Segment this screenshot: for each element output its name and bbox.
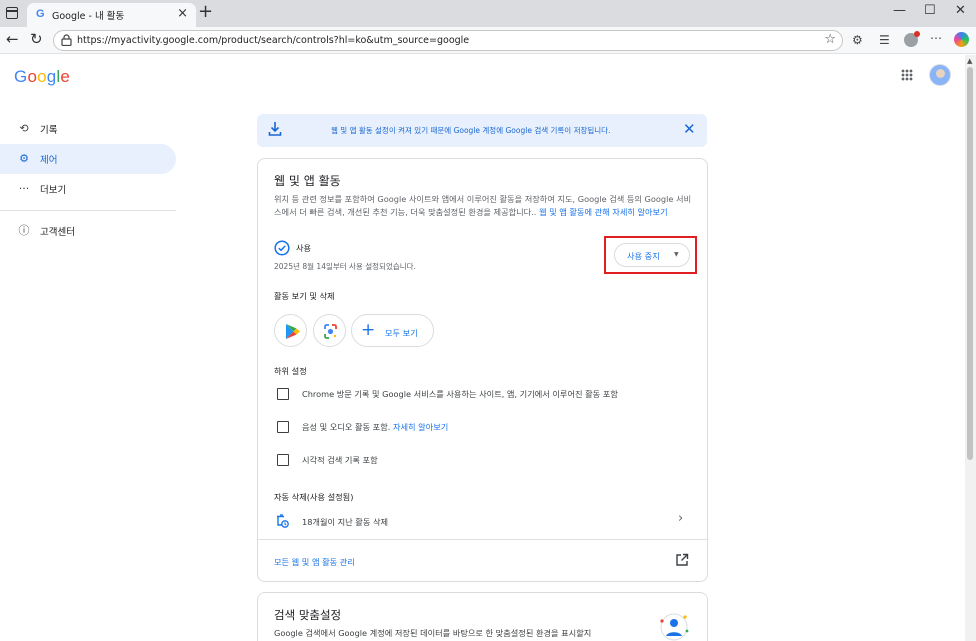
url-text: https://myactivity.google.com/product/se… <box>77 35 470 46</box>
auto-delete-icon <box>277 514 289 528</box>
sidebar-item-label: 기록 <box>40 125 58 136</box>
sub-settings-heading: 하위 설정 <box>274 366 307 376</box>
minimize-icon[interactable]: — <box>893 3 906 18</box>
view-all-label: 모두 보기 <box>385 328 418 338</box>
search-personalization-card: 검색 맞춤설정 Google 검색에서 Google 계정에 저장된 데이터를 … <box>257 592 708 641</box>
auto-delete-label: 18개월이 지난 활동 삭제 <box>302 517 389 527</box>
copilot-icon[interactable] <box>954 32 969 47</box>
visual-search-checkbox[interactable] <box>277 454 289 466</box>
open-external-icon[interactable] <box>675 553 689 567</box>
profile-badge-icon <box>914 31 920 37</box>
dropdown-caret-icon: ▼ <box>674 251 679 258</box>
window-close-icon[interactable]: ✕ <box>955 3 966 18</box>
scroll-thumb[interactable] <box>967 67 973 460</box>
avatar[interactable] <box>929 64 951 86</box>
extensions-icon[interactable]: ⚙ <box>852 32 863 48</box>
card2-description: Google 검색에서 Google 계정에 저장된 데이터를 바탕으로 한 맞… <box>274 628 592 638</box>
pause-button-label: 사용 중지 <box>627 251 660 261</box>
menu-more-icon[interactable]: ⋯ <box>930 30 942 46</box>
banner-text: 웹 및 앱 활동 설정이 켜져 있기 때문에 Google 계정에 Google… <box>331 126 611 135</box>
refresh-icon[interactable]: ↻ <box>30 31 43 47</box>
sidebar-item-label: 더보기 <box>40 185 67 196</box>
favorite-star-icon[interactable]: ☆ <box>824 32 836 47</box>
check-circle-icon <box>274 240 290 256</box>
card-divider <box>258 539 707 540</box>
tab-actions-icon[interactable] <box>6 7 18 19</box>
checkbox-label: 시각적 검색 기록 포함 <box>302 455 378 465</box>
manage-activity-link[interactable]: 모든 웹 및 앱 활동 관리 <box>274 556 355 568</box>
address-bar[interactable]: https://myactivity.google.com/product/se… <box>53 30 843 51</box>
google-lens-button[interactable] <box>313 314 346 347</box>
address-toolbar: ← ↻ https://myactivity.google.com/produc… <box>0 27 976 54</box>
google-lens-icon <box>324 324 337 339</box>
page-content: Google ⟲ 기록 ⚙ 제어 ··· 더보기 ⓘ 고객센터 웹 및 앱 활동… <box>0 55 965 641</box>
chevron-right-icon: › <box>678 511 684 526</box>
apps-grid-icon[interactable] <box>901 69 913 81</box>
pause-button[interactable]: 사용 중지 ▼ <box>614 243 690 267</box>
maximize-icon[interactable]: ☐ <box>924 3 936 18</box>
view-all-button[interactable]: + 모두 보기 <box>351 314 434 347</box>
sidebar-divider <box>0 210 176 211</box>
google-play-button[interactable] <box>274 314 307 347</box>
audio-activity-checkbox[interactable] <box>277 421 289 433</box>
card-description: 위치 등 관련 정보를 포함하여 Google 사이트와 앱에서 이루어진 활동… <box>274 193 692 218</box>
browser-tab[interactable]: G Google - 내 활동 × <box>27 3 196 27</box>
card2-title: 검색 맞춤설정 <box>274 608 342 622</box>
status-label: 사용 <box>296 243 312 253</box>
sidebar-item-label: 고객센터 <box>40 227 75 238</box>
close-icon[interactable]: ✕ <box>683 120 696 138</box>
google-logo[interactable]: Google <box>14 67 70 87</box>
gear-icon: ⚙ <box>19 152 29 165</box>
info-banner: 웹 및 앱 활동 설정이 켜져 있기 때문에 Google 계정에 Google… <box>257 114 707 147</box>
card-title: 웹 및 앱 활동 <box>274 174 341 188</box>
google-favicon-icon: G <box>36 8 45 20</box>
google-play-icon <box>286 324 300 339</box>
view-delete-heading: 활동 보기 및 삭제 <box>274 291 335 301</box>
scroll-up-icon[interactable]: ▲ <box>967 57 972 65</box>
sidebar-item-label: 제어 <box>40 155 58 166</box>
sidebar-item-controls[interactable]: ⚙ 제어 <box>0 144 176 174</box>
sidebar-item-more[interactable]: ··· 더보기 <box>0 174 176 204</box>
new-tab-icon[interactable]: + <box>198 3 213 21</box>
auto-delete-heading: 자동 삭제(사용 설정됨) <box>274 492 354 502</box>
status-date: 2025년 8월 14일부터 사용 설정되었습니다. <box>274 262 416 271</box>
history-icon: ⟲ <box>19 122 29 135</box>
web-app-activity-card: 웹 및 앱 활동 위치 등 관련 정보를 포함하여 Google 사이트와 앱에… <box>257 158 708 582</box>
help-icon: ⓘ <box>18 224 30 237</box>
sidebar-item-history[interactable]: ⟲ 기록 <box>0 114 176 144</box>
back-icon[interactable]: ← <box>6 31 19 47</box>
favorites-icon[interactable]: ☰ <box>879 32 890 48</box>
browser-tab-bar: G Google - 내 활동 × + — ☐ ✕ <box>0 0 976 27</box>
chrome-history-checkbox[interactable] <box>277 388 289 400</box>
tab-title: Google - 내 활동 <box>52 11 125 22</box>
page-scrollbar[interactable]: ▲ <box>965 55 976 641</box>
learn-more-link[interactable]: 자세히 알아보기 <box>393 422 448 432</box>
checkbox-label: 음성 및 오디오 활동 포함. 자세히 알아보기 <box>302 422 449 432</box>
learn-more-link[interactable]: 웹 및 앱 활동에 관해 자세히 알아보기 <box>539 207 668 217</box>
personalization-illustration <box>660 613 689 641</box>
lock-icon <box>61 34 72 46</box>
sidebar-item-help[interactable]: ⓘ 고객센터 <box>0 216 176 246</box>
tab-close-icon[interactable]: × <box>177 6 188 21</box>
plus-icon: + <box>361 320 376 340</box>
more-icon: ··· <box>18 182 30 195</box>
download-icon <box>268 122 282 136</box>
checkbox-label: Chrome 방문 기록 및 Google 서비스를 사용하는 사이트, 앱, … <box>302 389 618 399</box>
